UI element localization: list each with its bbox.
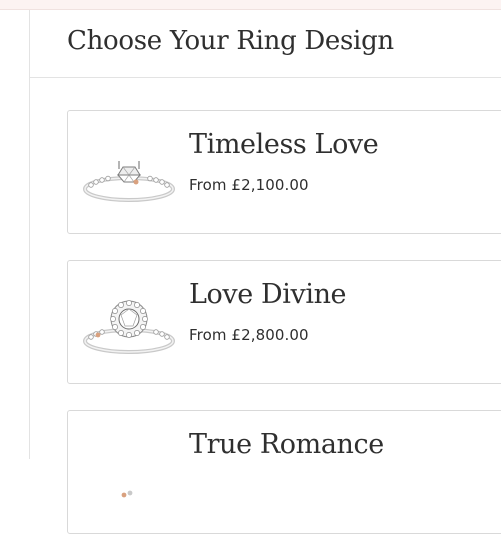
halo-ring-icon bbox=[83, 300, 175, 354]
page-title: Choose Your Ring Design bbox=[67, 26, 394, 56]
ring-card-love-divine[interactable]: Love Divine From £2,800.00 bbox=[67, 260, 501, 384]
ring-name: True Romance bbox=[189, 429, 384, 460]
ring-price: From £2,800.00 bbox=[189, 326, 309, 344]
ring-name: Timeless Love bbox=[189, 129, 379, 160]
solitaire-ring-icon bbox=[83, 161, 175, 202]
ring-card-timeless-love[interactable]: Timeless Love From £2,100.00 bbox=[67, 110, 501, 234]
panel-header: Choose Your Ring Design bbox=[30, 10, 501, 78]
ring-price: From £2,100.00 bbox=[189, 176, 309, 194]
top-banner-strip bbox=[0, 0, 501, 10]
ring-card-true-romance[interactable]: True Romance bbox=[67, 410, 501, 534]
ring-name: Love Divine bbox=[189, 279, 347, 310]
ring-design-panel: Choose Your Ring Design Timeless Love Fr… bbox=[29, 10, 501, 534]
ring-icon bbox=[121, 490, 133, 498]
